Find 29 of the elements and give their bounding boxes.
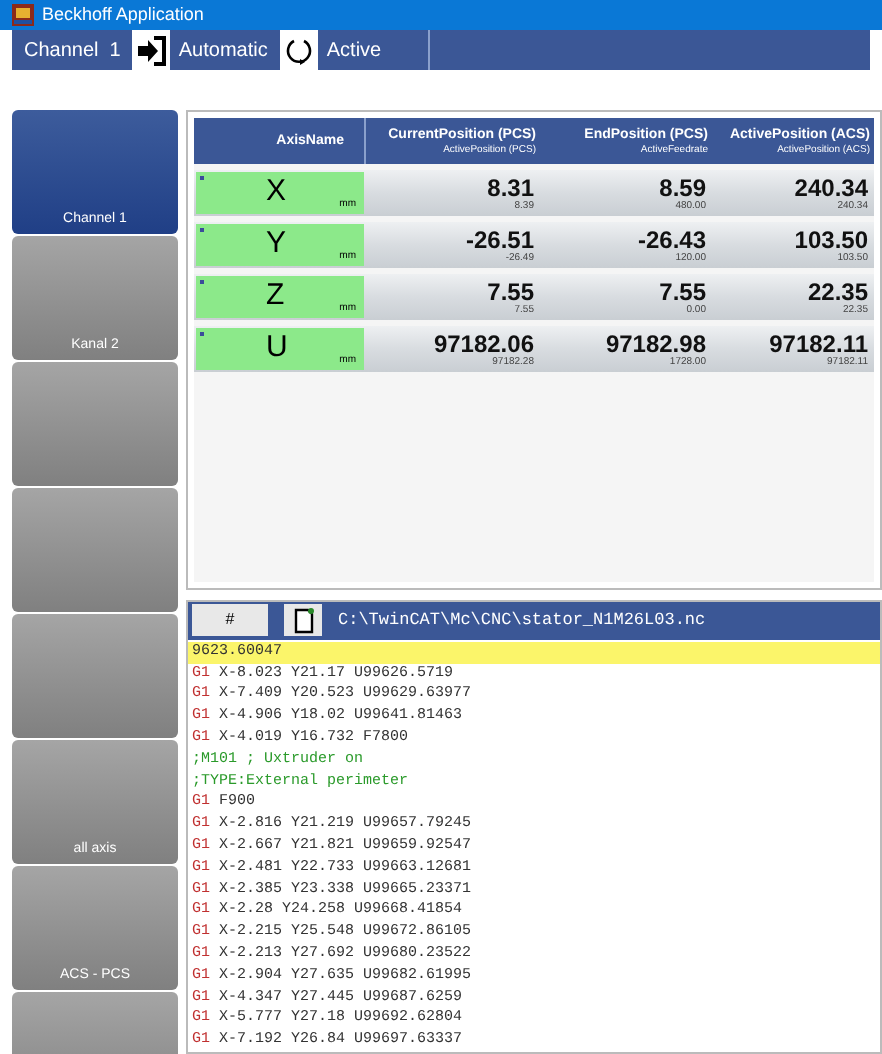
axis-name: Z <box>266 276 285 317</box>
axis-name: Y <box>266 224 287 265</box>
state-label: Active <box>318 30 431 70</box>
axis-name: U <box>266 328 288 369</box>
file-path: C:\TwinCAT\Mc\CNC\stator_N1M26L03.nc <box>338 608 706 634</box>
window-title: Beckhoff Application <box>42 1 204 28</box>
position-value: 22.35 <box>807 279 868 303</box>
sidebar-button[interactable] <box>12 488 178 612</box>
position-value: 7.55 <box>659 279 706 303</box>
channel-label: Channel 1 <box>22 37 123 65</box>
file-icon[interactable] <box>284 604 322 637</box>
position-value: 8.59 <box>659 175 706 199</box>
position-value: 103.50 <box>794 227 868 251</box>
position-value: 240.34 <box>794 175 868 199</box>
position-value: 97182.98 <box>605 331 706 355</box>
position-value: -26.43 <box>637 227 706 251</box>
app-icon <box>12 4 34 26</box>
mode-label: Automatic <box>176 37 270 65</box>
position-value: 8.31 <box>487 175 534 199</box>
cycle-icon <box>280 30 319 70</box>
sidebar-button[interactable] <box>12 362 178 486</box>
position-value: -26.51 <box>465 227 534 251</box>
position-value: 97182.06 <box>433 331 534 355</box>
sidebar-button[interactable] <box>12 614 178 738</box>
line-number-button[interactable]: # <box>192 604 268 637</box>
automatic-mode-icon <box>132 30 171 70</box>
axis-name: X <box>266 172 287 213</box>
position-value: 97182.11 <box>769 331 868 355</box>
position-value: 7.55 <box>487 279 534 303</box>
